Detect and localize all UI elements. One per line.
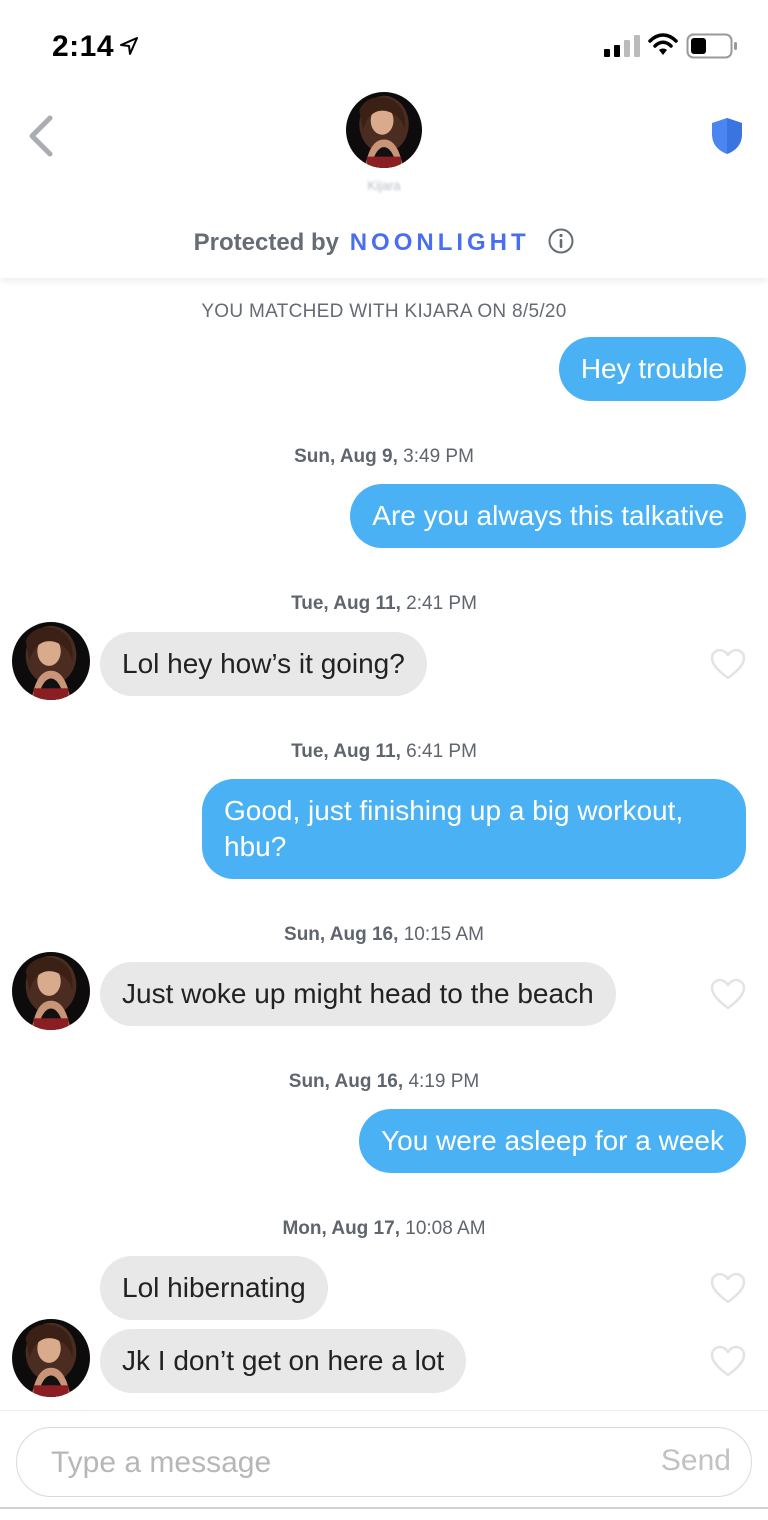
avatar-image xyxy=(12,1319,90,1397)
message-input[interactable] xyxy=(51,1442,611,1484)
chat-header: Kijara Protected by NOONLIGHT xyxy=(0,90,768,278)
heart-icon[interactable] xyxy=(709,647,747,681)
wifi-icon xyxy=(648,33,678,55)
date-day: Tue, Aug 11, xyxy=(291,593,401,614)
sender-avatar[interactable] xyxy=(12,622,90,700)
date-day: Tue, Aug 11, xyxy=(291,741,401,762)
avatar-image xyxy=(346,92,422,168)
status-time: 2:14 xyxy=(52,30,115,63)
date-separator: Tue, Aug 11, 6:41 PM xyxy=(0,741,768,763)
chevron-left-icon[interactable] xyxy=(24,112,58,160)
date-time: 4:19 PM xyxy=(408,1071,480,1092)
date-day: Sun, Aug 16, xyxy=(288,1071,404,1092)
message-input-container[interactable]: Send xyxy=(16,1427,752,1497)
message-incoming[interactable]: Lol hibernating xyxy=(100,1256,328,1320)
heart-icon[interactable] xyxy=(709,977,747,1011)
safety-banner[interactable]: Protected by NOONLIGHT xyxy=(0,228,768,257)
date-time: 10:08 AM xyxy=(405,1218,486,1239)
protected-by-label: Protected by xyxy=(193,229,340,256)
match-notice: YOU MATCHED WITH KIJARA ON 8/5/20 xyxy=(201,301,567,322)
date-day: Sun, Aug 9, xyxy=(294,446,398,467)
date-separator: Sun, Aug 16, 4:19 PM xyxy=(0,1071,768,1093)
message-composer: Send xyxy=(0,1410,768,1520)
message-outgoing[interactable]: Are you always this talkative xyxy=(350,484,746,548)
date-time: 3:49 PM xyxy=(403,446,474,467)
avatar-image xyxy=(12,622,90,700)
date-separator: Sun, Aug 16, 10:15 AM xyxy=(0,924,768,946)
date-separator: Mon, Aug 17, 10:08 AM xyxy=(0,1218,768,1240)
status-bar: 2:14 xyxy=(0,0,768,90)
sender-avatar[interactable] xyxy=(12,1319,90,1397)
date-time: 10:15 AM xyxy=(403,924,484,945)
date-day: Sun, Aug 16, xyxy=(284,924,399,945)
battery-icon xyxy=(686,33,737,59)
message-outgoing[interactable]: You were asleep for a week xyxy=(359,1109,746,1173)
message-outgoing[interactable]: Good, just finishing up a big workout, h… xyxy=(202,779,746,879)
heart-icon[interactable] xyxy=(709,1271,747,1305)
message-outgoing[interactable]: Hey trouble xyxy=(558,337,746,401)
message-incoming[interactable]: Just woke up might head to the beach xyxy=(100,962,616,1026)
send-button[interactable]: Send xyxy=(661,1444,731,1478)
location-arrow-icon xyxy=(120,37,138,55)
date-time: 2:41 PM xyxy=(406,593,477,614)
home-indicator xyxy=(0,1507,768,1509)
contact-name[interactable]: Kijara xyxy=(0,178,768,193)
message-incoming[interactable]: Jk I don’t get on here a lot xyxy=(100,1329,467,1393)
info-icon[interactable] xyxy=(548,228,574,254)
avatar-image xyxy=(12,952,90,1030)
signal-icon xyxy=(604,35,640,57)
contact-avatar[interactable] xyxy=(346,92,422,168)
date-separator: Tue, Aug 11, 2:41 PM xyxy=(0,593,768,615)
date-time: 6:41 PM xyxy=(406,741,477,762)
date-separator: Sun, Aug 9, 3:49 PM xyxy=(0,446,768,468)
noonlight-brand: NOONLIGHT xyxy=(349,229,530,256)
sender-avatar[interactable] xyxy=(12,952,90,1030)
date-day: Mon, Aug 17, xyxy=(282,1218,400,1239)
heart-icon[interactable] xyxy=(709,1344,747,1378)
message-incoming[interactable]: Lol hey how’s it going? xyxy=(100,632,427,696)
shield-icon[interactable] xyxy=(709,116,745,156)
